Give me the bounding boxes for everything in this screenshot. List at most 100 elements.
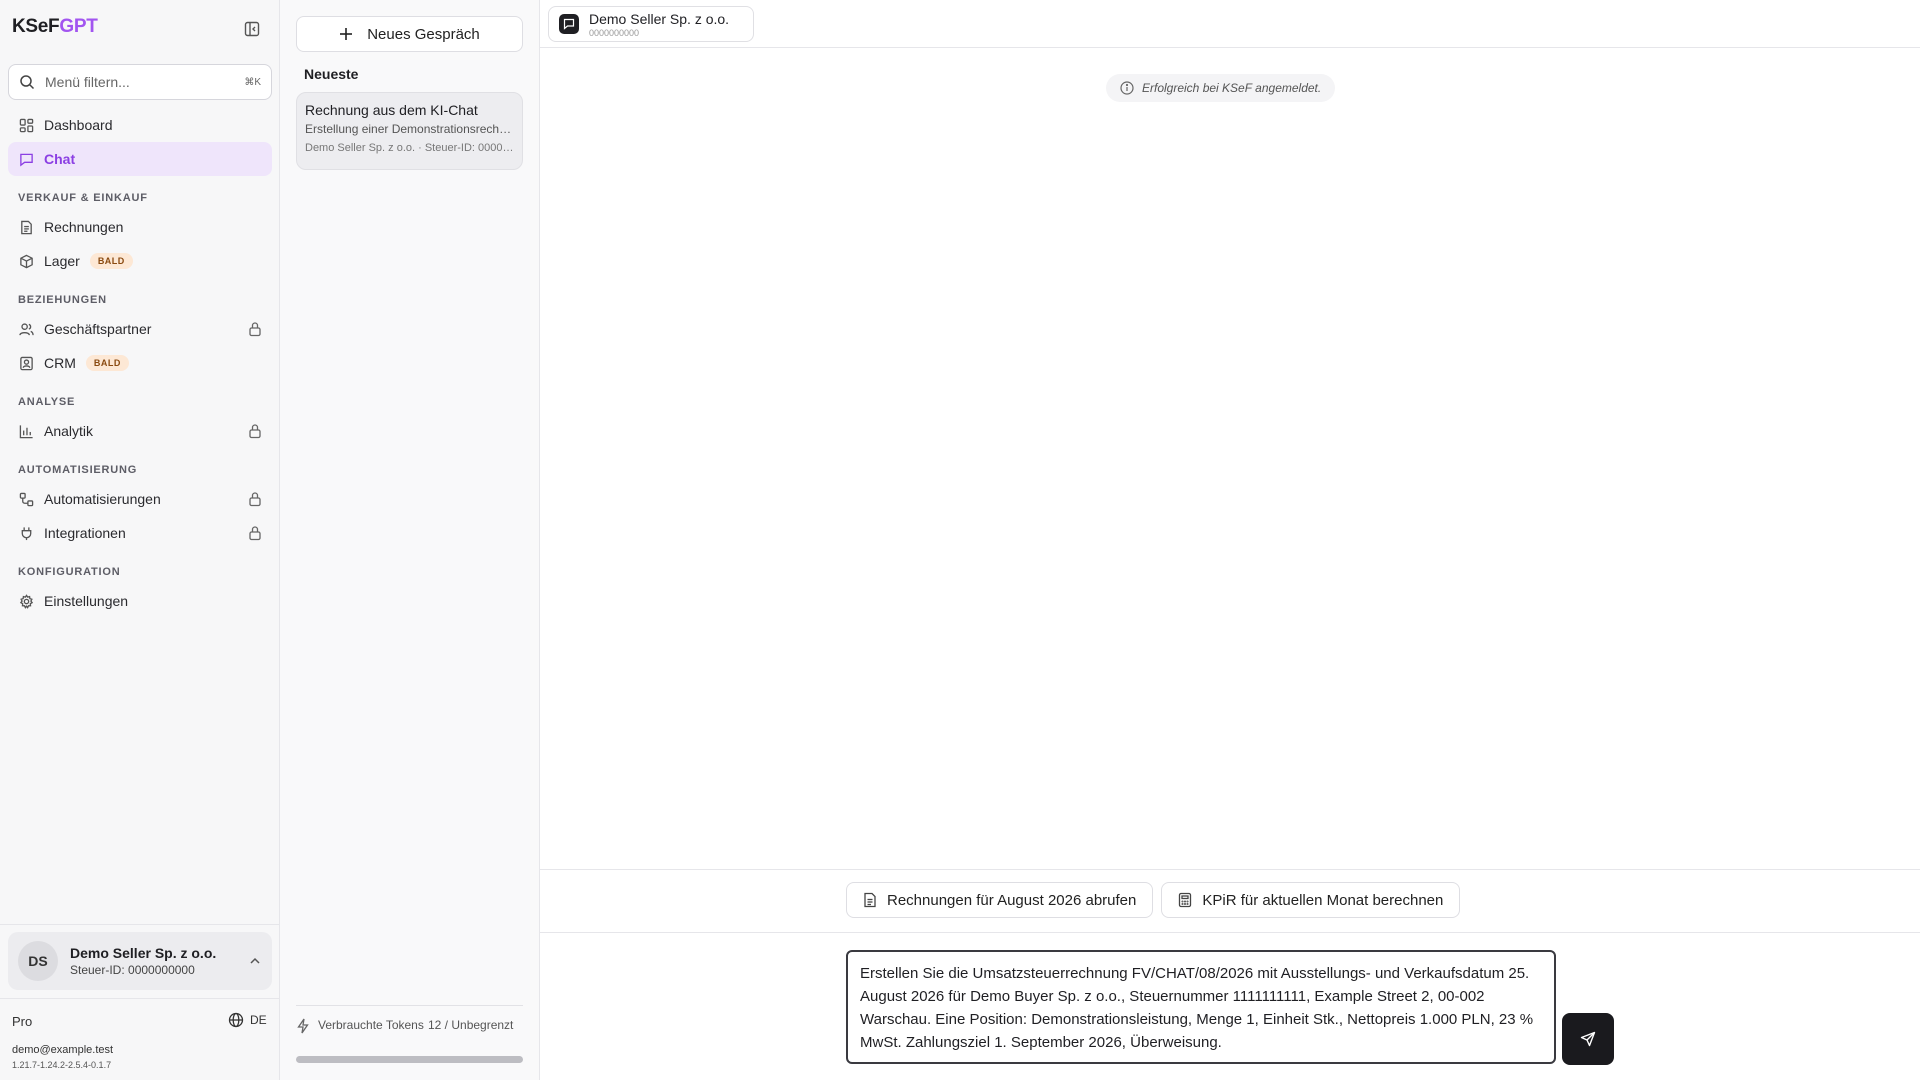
nav-item-invoices[interactable]: Rechnungen (8, 210, 272, 244)
section-analysis: Analyse (18, 396, 76, 408)
menu-search[interactable]: ⌘K (8, 64, 272, 100)
lock-icon (249, 526, 261, 541)
section-automation: Automatisierung (18, 464, 138, 476)
token-usage: Verbrauchte Tokens 12 / Unbegrenzt (296, 1018, 523, 1034)
section-relations: Beziehungen (18, 294, 107, 306)
token-usage-fill (296, 1056, 523, 1063)
divider (540, 932, 1920, 933)
status-notice: Erfolgreich bei KSeF angemeldet. (1106, 74, 1336, 102)
new-conversation-label: Neues Gespräch (367, 25, 480, 43)
send-icon (1580, 1031, 1596, 1047)
send-button[interactable] (1562, 1013, 1614, 1065)
company-tab-id: 0000000000 (589, 27, 640, 38)
suggestion-fetch-invoices[interactable]: Rechnungen für August 2026 abrufen (846, 882, 1154, 918)
lightning-icon (297, 1018, 309, 1034)
nav-item-stock[interactable]: Lager BALD (8, 244, 272, 278)
recent-heading: Neueste (304, 66, 359, 82)
account-name: Demo Seller Sp. z o.o. (70, 945, 217, 961)
users-icon (18, 321, 34, 337)
nav-label-integrations: Integrationen (44, 525, 126, 541)
nav-label-partners: Geschäftspartner (44, 321, 152, 337)
package-icon (18, 253, 34, 269)
conversation-panel: Neues Gespräch Neueste Rechnung aus dem … (280, 0, 540, 1080)
nav-item-integrations[interactable]: Integrationen (8, 516, 272, 550)
nav-label-stock: Lager (44, 253, 80, 269)
crm-soon-badge: BALD (85, 355, 129, 371)
dashboard-icon (18, 117, 34, 133)
stock-soon-badge: BALD (89, 253, 133, 269)
search-shortcut: ⌘K (244, 76, 261, 88)
brand-part-1: KSeF (12, 16, 60, 37)
nav-label-crm: CRM (44, 355, 76, 371)
suggestion-fetch-invoices-label: Rechnungen für August 2026 abrufen (887, 891, 1137, 909)
divider (0, 998, 280, 999)
menu-search-input[interactable] (45, 74, 235, 90)
language-code: DE (250, 1013, 267, 1027)
conversation-title: Rechnung aus dem KI-Chat (305, 102, 478, 118)
account-tax-id: Steuer-ID: 0000000000 (70, 963, 195, 977)
plug-icon (18, 525, 34, 541)
document-icon (18, 219, 34, 235)
conversation-item[interactable]: Rechnung aus dem KI-Chat Erstellung eine… (296, 92, 523, 170)
language-switcher[interactable]: DE (228, 1012, 267, 1028)
new-conversation-button[interactable]: Neues Gespräch (296, 16, 523, 52)
nav-item-dashboard[interactable]: Dashboard (8, 108, 272, 142)
account-switcher[interactable]: DS Demo Seller Sp. z o.o. Steuer-ID: 000… (8, 932, 272, 990)
nav-item-chat[interactable]: Chat (8, 142, 272, 176)
nav-label-automations: Automatisierungen (44, 491, 161, 507)
calculator-icon (1179, 892, 1192, 908)
nav-item-crm[interactable]: CRM BALD (8, 346, 272, 380)
chat-topbar: Demo Seller Sp. z o.o. 0000000000 (540, 0, 1920, 48)
nav-item-automations[interactable]: Automatisierungen (8, 482, 272, 516)
nav-label-chat: Chat (44, 151, 76, 167)
sidebar: KSeFGPT ⌘K Dashboard Chat Verkauf & Eink… (0, 0, 280, 1080)
nav-item-partners[interactable]: Geschäftspartner (8, 312, 272, 346)
token-usage-bar (296, 1056, 523, 1063)
plus-icon (340, 28, 353, 40)
globe-icon (228, 1012, 244, 1028)
suggestion-calc-kpir-label: KPiR für aktuellen Monat berechnen (1202, 891, 1444, 909)
section-sales: Verkauf & Einkauf (18, 192, 148, 204)
bar-chart-icon (18, 423, 34, 439)
suggestion-calc-kpir[interactable]: KPiR für aktuellen Monat berechnen (1161, 882, 1461, 918)
message-input[interactable]: Erstellen Sie die Umsatzsteuerrechnung F… (846, 950, 1556, 1064)
divider (296, 1005, 523, 1006)
sidebar-collapse-button[interactable] (240, 17, 264, 41)
section-config: Konfiguration (18, 566, 121, 578)
chat-icon (18, 151, 34, 167)
token-usage-label: Verbrauchte Tokens (318, 1018, 424, 1032)
nav-label-settings: Einstellungen (44, 593, 129, 609)
chevron-up-icon (250, 957, 260, 964)
company-tab[interactable]: Demo Seller Sp. z o.o. 0000000000 (548, 6, 754, 42)
avatar: DS (18, 941, 58, 981)
nav-item-analytics[interactable]: Analytik (8, 414, 272, 448)
brand-logo[interactable]: KSeFGPT (12, 16, 98, 38)
info-icon (1120, 81, 1134, 95)
workflow-icon (18, 491, 34, 507)
token-usage-value: 12 / Unbegrenzt (428, 1018, 514, 1032)
lock-icon (249, 492, 261, 507)
contact-card-icon (18, 355, 34, 371)
conversation-meta: Demo Seller Sp. z o.o. · Steuer-ID: 0000… (305, 142, 514, 154)
nav-label-dashboard: Dashboard (44, 117, 113, 133)
company-tab-name: Demo Seller Sp. z o.o. (589, 10, 730, 27)
chat-main: Demo Seller Sp. z o.o. 0000000000 Erfolg… (540, 0, 1920, 1080)
divider (0, 924, 280, 925)
document-icon (864, 892, 876, 908)
brand-part-2: GPT (59, 16, 98, 37)
gear-icon (18, 593, 34, 609)
app-version: 1.21.7-1.24.2-2.5.4-0.1.7 (12, 1060, 112, 1070)
sidebar-toggle-icon (244, 21, 260, 37)
suggestion-row: Rechnungen für August 2026 abrufen KPiR … (846, 882, 1461, 918)
search-icon (20, 75, 35, 90)
lock-icon (249, 424, 261, 439)
nav-label-analytics: Analytik (44, 423, 94, 439)
plan-label: Pro (12, 1014, 33, 1029)
user-email: demo@example.test (12, 1044, 114, 1056)
divider (540, 869, 1920, 870)
lock-icon (249, 322, 261, 337)
nav-label-invoices: Rechnungen (44, 219, 124, 235)
nav-item-settings[interactable]: Einstellungen (8, 584, 272, 618)
chat-bubble-icon (559, 14, 579, 34)
status-notice-text: Erfolgreich bei KSeF angemeldet. (1142, 81, 1322, 95)
